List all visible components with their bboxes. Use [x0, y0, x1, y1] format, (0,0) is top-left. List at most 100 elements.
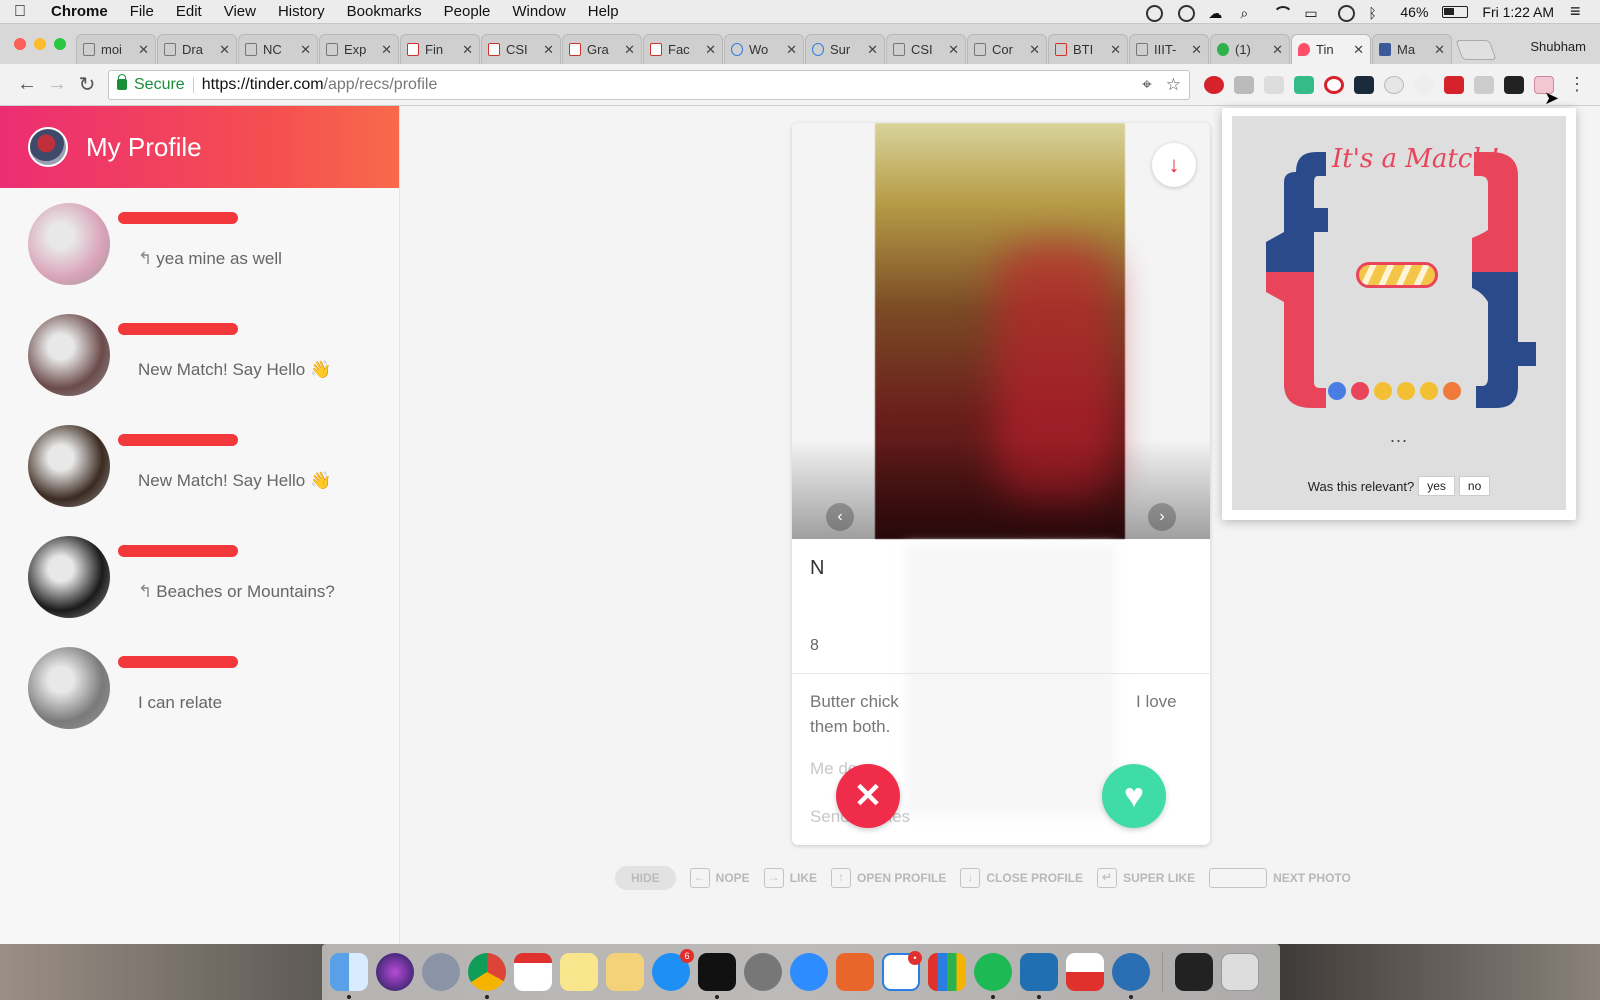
avatar[interactable]: [28, 535, 110, 618]
minimize-window-button[interactable]: [34, 38, 46, 50]
menu-window[interactable]: Window: [501, 3, 576, 20]
menu-people[interactable]: People: [433, 3, 502, 20]
tab-5[interactable]: CSI ✕: [481, 34, 561, 64]
new-tab-button[interactable]: [1455, 40, 1497, 60]
adblock-extension-icon[interactable]: [1204, 75, 1224, 94]
vscode-icon[interactable]: [1020, 953, 1058, 999]
battery-icon[interactable]: [1442, 5, 1469, 18]
extension-icon-7[interactable]: [1384, 75, 1404, 94]
menu-help[interactable]: Help: [577, 3, 630, 20]
match-item[interactable]: I can relate: [0, 632, 399, 743]
close-tab-icon[interactable]: ✕: [1110, 42, 1121, 58]
close-tab-icon[interactable]: ✕: [1029, 42, 1040, 58]
tab-6[interactable]: Gra ✕: [562, 34, 642, 64]
close-tab-icon[interactable]: ✕: [138, 42, 149, 58]
search-icon[interactable]: ⌕: [1240, 5, 1258, 21]
swift-playgrounds-icon[interactable]: [836, 953, 874, 991]
nope-button[interactable]: ✕: [836, 764, 900, 828]
tab-9[interactable]: Sur ✕: [805, 34, 885, 64]
notes-icon[interactable]: [560, 953, 598, 991]
close-tab-icon[interactable]: ✕: [1191, 42, 1202, 58]
next-photo-icon[interactable]: ›: [1148, 503, 1176, 531]
terminal-icon[interactable]: [698, 953, 736, 999]
tab-13[interactable]: IIIT- ✕: [1129, 34, 1209, 64]
close-tab-icon[interactable]: ✕: [219, 42, 230, 58]
close-tab-icon[interactable]: ✕: [948, 42, 959, 58]
reload-icon[interactable]: ↻: [72, 72, 102, 97]
extension-icon-2[interactable]: [1234, 75, 1254, 94]
match-item[interactable]: ↰ yea mine as well: [0, 188, 399, 299]
extension-icon-10[interactable]: [1474, 75, 1494, 94]
menu-view[interactable]: View: [213, 3, 267, 20]
console-icon[interactable]: [1175, 953, 1213, 991]
location-icon[interactable]: ⌖: [1142, 75, 1152, 95]
zoom-icon[interactable]: [790, 953, 828, 991]
tab-3[interactable]: Exp ✕: [319, 34, 399, 64]
headphones-icon[interactable]: [1176, 4, 1196, 22]
close-window-button[interactable]: [14, 38, 26, 50]
tab-15[interactable]: Tin ✕: [1291, 34, 1371, 64]
system-preferences-icon[interactable]: [744, 953, 782, 991]
profile-name[interactable]: Shubham: [1530, 39, 1586, 54]
tab-2[interactable]: NC ✕: [238, 34, 318, 64]
close-tab-icon[interactable]: ✕: [705, 42, 716, 58]
calendar-icon[interactable]: [514, 953, 552, 991]
address-bar[interactable]: Secure https://tinder.com /app/recs/prof…: [108, 69, 1190, 100]
tab-8[interactable]: Wo ✕: [724, 34, 804, 64]
siri-icon[interactable]: [376, 953, 414, 991]
close-tab-icon[interactable]: ✕: [543, 42, 554, 58]
siri-icon[interactable]: [1336, 4, 1356, 22]
close-tab-icon[interactable]: ✕: [462, 42, 473, 58]
menu-history[interactable]: History: [267, 3, 336, 20]
tab-12[interactable]: BTI ✕: [1048, 34, 1128, 64]
avatar[interactable]: [28, 127, 68, 167]
trash-icon[interactable]: [1221, 953, 1259, 991]
extension-icon-3[interactable]: [1264, 75, 1284, 94]
tab-14[interactable]: (1) ✕: [1210, 34, 1290, 64]
s-app-icon[interactable]: •: [882, 951, 922, 991]
close-tab-icon[interactable]: ✕: [1353, 42, 1364, 58]
airplay-icon[interactable]: ▭: [1304, 5, 1322, 21]
bluetooth-icon[interactable]: ᛒ: [1368, 5, 1386, 21]
avatar[interactable]: [28, 313, 110, 396]
launchpad-icon[interactable]: [422, 953, 460, 991]
close-tab-icon[interactable]: ✕: [867, 42, 878, 58]
quicktime-icon[interactable]: [1112, 953, 1150, 999]
tab-11[interactable]: Cor ✕: [967, 34, 1047, 64]
match-item[interactable]: New Match! Say Hello 👋: [0, 410, 399, 521]
tab-10[interactable]: CSI ✕: [886, 34, 966, 64]
extension-icon-8[interactable]: [1414, 75, 1434, 94]
close-tab-icon[interactable]: ✕: [300, 42, 311, 58]
no-button[interactable]: no: [1458, 476, 1491, 496]
apple-icon[interactable]: : [0, 3, 40, 21]
menu-bookmarks[interactable]: Bookmarks: [336, 3, 433, 20]
spotify-icon[interactable]: [974, 953, 1012, 999]
wifi-icon[interactable]: [1272, 5, 1294, 19]
match-item[interactable]: New Match! Say Hello 👋: [0, 299, 399, 410]
tab-0[interactable]: moi ✕: [76, 34, 156, 64]
like-button[interactable]: ♥: [1102, 764, 1166, 828]
close-tab-icon[interactable]: ✕: [786, 42, 797, 58]
record-icon[interactable]: [1144, 4, 1164, 22]
finder-icon[interactable]: [330, 953, 368, 999]
tab-1[interactable]: Dra ✕: [157, 34, 237, 64]
close-profile-button[interactable]: ↓: [1152, 143, 1196, 187]
yes-button[interactable]: yes: [1418, 476, 1455, 496]
avatar[interactable]: [28, 202, 110, 285]
close-tab-icon[interactable]: ✕: [381, 42, 392, 58]
menu-app-name[interactable]: Chrome: [40, 3, 119, 20]
close-tab-icon[interactable]: ✕: [1434, 42, 1445, 58]
opera-extension-icon[interactable]: [1324, 75, 1344, 94]
react-devtools-icon[interactable]: [1354, 75, 1374, 94]
notification-center-icon[interactable]: [1568, 1, 1586, 22]
cors-extension-icon[interactable]: [1444, 75, 1464, 94]
avatar[interactable]: [28, 424, 110, 507]
chrome-menu-icon[interactable]: ⋮: [1568, 74, 1586, 95]
tab-16[interactable]: Ma ✕: [1372, 34, 1452, 64]
extension-icon-11[interactable]: [1504, 75, 1524, 94]
cloud-icon[interactable]: ☁: [1208, 5, 1226, 21]
my-profile-header[interactable]: My Profile: [0, 106, 399, 188]
hide-shortcuts-button[interactable]: HIDE: [615, 866, 676, 890]
pages-icon[interactable]: [606, 953, 644, 991]
close-tab-icon[interactable]: ✕: [624, 42, 635, 58]
